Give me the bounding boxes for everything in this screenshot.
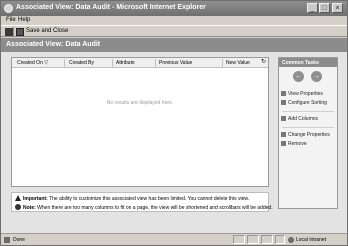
info-icon xyxy=(15,204,21,210)
column-divider xyxy=(155,59,156,67)
results-grid: Created On ▽ Created By Attribute Previo… xyxy=(11,57,269,187)
warning-icon xyxy=(15,195,21,201)
save-and-close-button[interactable]: Save and Close xyxy=(26,28,68,34)
forward-arrow-icon[interactable]: → xyxy=(311,71,322,82)
change-properties-icon xyxy=(281,132,286,137)
column-divider xyxy=(222,59,223,67)
common-tasks-panel: Common Tasks ← → View Properties Configu… xyxy=(278,57,338,209)
view-title: Associated View: Data Audit xyxy=(6,41,101,48)
status-cell xyxy=(261,235,273,244)
common-tasks-header: Common Tasks xyxy=(279,58,337,67)
print-icon[interactable] xyxy=(5,28,13,36)
column-attribute[interactable]: Attribute xyxy=(116,60,135,66)
browser-window: Associated View: Data Audit - Microsoft … xyxy=(0,0,348,246)
column-previous-value[interactable]: Previous Value xyxy=(159,60,192,66)
status-cell xyxy=(275,235,285,244)
properties-icon xyxy=(281,91,286,96)
task-view-properties[interactable]: View Properties xyxy=(281,91,323,97)
save-icon[interactable] xyxy=(16,28,24,36)
menu-bar: File Help xyxy=(1,16,347,25)
sort-icon xyxy=(281,100,286,105)
important-note: Important: The ability to customize this… xyxy=(15,195,249,202)
task-configure-sorting[interactable]: Configure Sorting xyxy=(281,100,327,106)
column-created-on[interactable]: Created On ▽ xyxy=(17,60,48,66)
close-button[interactable]: × xyxy=(332,3,343,13)
security-zone-text: Local intranet xyxy=(296,237,327,243)
refresh-icon[interactable]: ↻ xyxy=(260,59,267,66)
remove-icon xyxy=(281,141,286,146)
column-new-value[interactable]: New Value xyxy=(226,60,250,66)
toolbar-separator xyxy=(13,27,14,36)
task-add-columns[interactable]: Add Columns xyxy=(281,116,318,122)
column-divider xyxy=(64,59,65,67)
menu-help[interactable]: Help xyxy=(18,17,30,23)
globe-icon xyxy=(288,237,294,243)
task-separator xyxy=(282,127,334,128)
view-header: Associated View: Data Audit xyxy=(1,38,347,52)
column-created-by[interactable]: Created By xyxy=(69,60,94,66)
status-text: Done xyxy=(13,237,25,243)
status-bar: Done Local intranet xyxy=(1,233,347,245)
task-change-properties[interactable]: Change Properties xyxy=(281,132,330,138)
ie-icon xyxy=(4,4,13,13)
window-title: Associated View: Data Audit - Microsoft … xyxy=(16,4,206,11)
minimize-button[interactable]: _ xyxy=(307,3,318,13)
notes-panel: Important: The ability to customize this… xyxy=(11,192,273,212)
status-cell xyxy=(233,235,245,244)
common-tasks-title: Common Tasks xyxy=(282,60,319,66)
title-bar: Associated View: Data Audit - Microsoft … xyxy=(1,1,347,16)
add-columns-icon xyxy=(281,116,286,121)
empty-results-message: No results are displayed here. xyxy=(106,100,174,106)
back-arrow-icon[interactable]: ← xyxy=(293,71,304,82)
task-separator xyxy=(282,111,334,112)
info-note: Note: When there are too many columns to… xyxy=(15,204,273,211)
sort-indicator-icon: ▽ xyxy=(44,60,49,66)
done-page-icon xyxy=(4,237,10,243)
menu-file[interactable]: File xyxy=(6,17,16,23)
content-area: Created On ▽ Created By Attribute Previo… xyxy=(1,52,347,233)
task-remove[interactable]: Remove xyxy=(281,141,307,147)
maximize-button[interactable]: □ xyxy=(319,3,330,13)
column-divider xyxy=(112,59,113,67)
toolbar: Save and Close xyxy=(1,25,347,37)
grid-header: Created On ▽ Created By Attribute Previo… xyxy=(12,58,268,68)
status-cell xyxy=(247,235,259,244)
